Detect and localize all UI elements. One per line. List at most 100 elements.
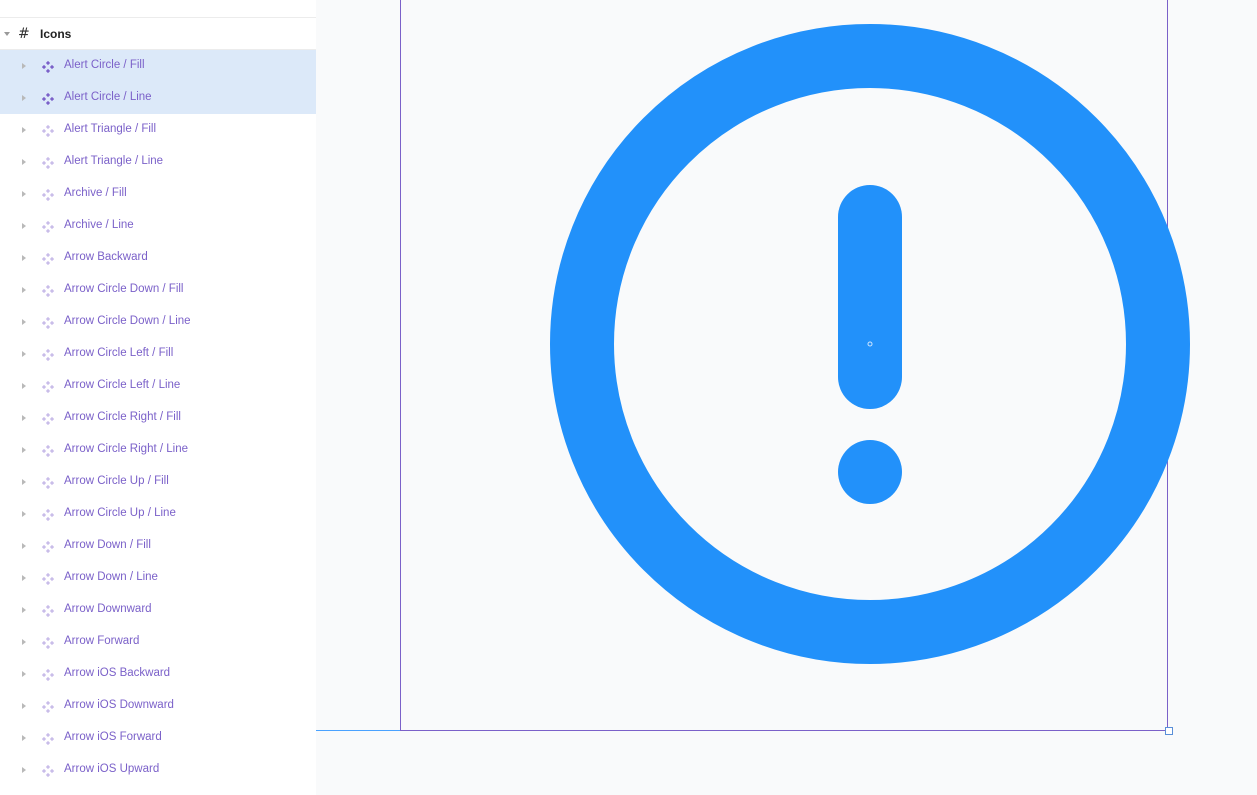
layer-row-label: Alert Triangle / Fill xyxy=(64,123,157,135)
layer-row-label: Arrow iOS Backward xyxy=(64,667,171,679)
layer-row-label: Arrow Backward xyxy=(64,251,148,263)
component-instance-icon xyxy=(41,764,55,778)
layer-row[interactable]: Arrow iOS Backward xyxy=(0,658,316,690)
expand-caret-icon[interactable] xyxy=(22,319,26,325)
component-instance-icon xyxy=(41,540,55,554)
layer-row-label: Alert Triangle / Line xyxy=(64,155,164,167)
layer-row-label: Arrow Forward xyxy=(64,635,140,647)
icon-frame[interactable] xyxy=(400,0,1190,731)
layer-row[interactable]: Alert Triangle / Line xyxy=(0,146,316,178)
layer-row[interactable]: Archive / Fill xyxy=(0,178,316,210)
layer-row-label: Arrow Circle Right / Fill xyxy=(64,411,181,423)
layer-row[interactable]: Archive / Line xyxy=(0,210,316,242)
layer-row[interactable]: Alert Triangle / Fill xyxy=(0,114,316,146)
component-instance-icon xyxy=(41,284,55,298)
layer-row[interactable]: Arrow Circle Up / Fill xyxy=(0,466,316,498)
component-instance-icon xyxy=(41,348,55,362)
expand-caret-icon[interactable] xyxy=(22,159,26,165)
layer-row[interactable]: Arrow Circle Down / Line xyxy=(0,306,316,338)
layer-row-label: Arrow Circle Right / Line xyxy=(64,443,188,455)
layer-row[interactable]: Alert Circle / Line xyxy=(0,82,316,114)
layer-row-label: Arrow iOS Upward xyxy=(64,763,160,775)
layer-row[interactable]: Arrow Circle Right / Line xyxy=(0,434,316,466)
component-instance-icon xyxy=(41,60,55,74)
layer-row[interactable]: Arrow Circle Left / Line xyxy=(0,370,316,402)
layer-row[interactable]: Arrow iOS Forward xyxy=(0,722,316,754)
component-instance-icon xyxy=(41,444,55,458)
component-instance-icon xyxy=(41,700,55,714)
expand-caret-icon[interactable] xyxy=(22,351,26,357)
layer-row[interactable]: Arrow Circle Down / Fill xyxy=(0,274,316,306)
component-instance-icon xyxy=(41,604,55,618)
component-instance-icon xyxy=(41,316,55,330)
layer-row-label: Arrow iOS Forward xyxy=(64,731,162,743)
expand-caret-icon[interactable] xyxy=(22,511,26,517)
expand-caret-icon[interactable] xyxy=(22,287,26,293)
layer-row-label: Arrow Circle Down / Fill xyxy=(64,283,184,295)
layer-row-label: Archive / Fill xyxy=(64,187,127,199)
component-instance-icon xyxy=(41,380,55,394)
expand-caret-icon[interactable] xyxy=(22,383,26,389)
component-instance-icon xyxy=(41,252,55,266)
frame-layer-title: Icons xyxy=(40,27,72,41)
layer-row-label: Arrow Circle Left / Line xyxy=(64,379,181,391)
expand-caret-icon[interactable] xyxy=(22,671,26,677)
expand-caret-icon[interactable] xyxy=(22,95,26,101)
layer-row-label: Arrow Downward xyxy=(64,603,152,615)
frame-layer-header[interactable]: # Icons xyxy=(0,17,316,50)
expand-caret-icon[interactable] xyxy=(22,479,26,485)
component-instance-icon xyxy=(41,508,55,522)
component-instance-icon xyxy=(41,412,55,426)
expand-caret-icon[interactable] xyxy=(22,255,26,261)
layer-row[interactable]: Arrow Circle Right / Fill xyxy=(0,402,316,434)
layer-row[interactable]: Arrow Circle Up / Line xyxy=(0,498,316,530)
layer-row[interactable]: Arrow Forward xyxy=(0,626,316,658)
layer-row[interactable]: Alert Circle / Fill xyxy=(0,50,316,82)
layer-row[interactable]: Arrow Downward xyxy=(0,594,316,626)
layer-row-label: Arrow Down / Line xyxy=(64,571,158,583)
design-canvas[interactable] xyxy=(316,0,1257,795)
resize-handle[interactable] xyxy=(1165,727,1173,735)
component-instance-icon xyxy=(41,668,55,682)
expand-caret-icon[interactable] xyxy=(22,639,26,645)
component-instance-icon xyxy=(41,124,55,138)
component-instance-icon xyxy=(41,636,55,650)
component-instance-icon xyxy=(41,92,55,106)
layer-row-label: Alert Circle / Line xyxy=(64,91,152,103)
expand-caret-icon[interactable] xyxy=(22,543,26,549)
layer-row-label: Arrow Circle Down / Line xyxy=(64,315,191,327)
alert-circle-icon[interactable] xyxy=(549,23,1191,665)
layer-row-label: Alert Circle / Fill xyxy=(64,59,145,71)
alert-exclamation-dot xyxy=(838,440,902,504)
component-instance-icon xyxy=(41,732,55,746)
component-instance-icon xyxy=(41,476,55,490)
expand-caret-icon[interactable] xyxy=(22,191,26,197)
frame-hash-icon: # xyxy=(18,26,30,42)
layer-row[interactable]: Arrow Circle Left / Fill xyxy=(0,338,316,370)
layer-row[interactable]: Arrow iOS Downward xyxy=(0,690,316,722)
expand-caret-icon[interactable] xyxy=(22,735,26,741)
layers-panel: ActivityAlert Circle / FillAlert Circle … xyxy=(0,0,317,795)
layer-row[interactable]: Arrow Down / Fill xyxy=(0,530,316,562)
expand-caret-icon[interactable] xyxy=(22,127,26,133)
collapse-caret-icon[interactable] xyxy=(4,32,10,36)
component-instance-icon xyxy=(41,156,55,170)
layer-row[interactable]: Arrow iOS Upward xyxy=(0,754,316,786)
expand-caret-icon[interactable] xyxy=(22,703,26,709)
component-instance-icon xyxy=(41,572,55,586)
selection-guide-line xyxy=(316,730,400,731)
expand-caret-icon[interactable] xyxy=(22,63,26,69)
expand-caret-icon[interactable] xyxy=(22,607,26,613)
layer-row[interactable]: Arrow Down / Line xyxy=(0,562,316,594)
component-instance-icon xyxy=(41,188,55,202)
layer-row[interactable]: Arrow Backward xyxy=(0,242,316,274)
layer-row-label: Arrow Circle Up / Fill xyxy=(64,475,169,487)
layer-row-label: Arrow Circle Up / Line xyxy=(64,507,176,519)
expand-caret-icon[interactable] xyxy=(22,447,26,453)
expand-caret-icon[interactable] xyxy=(22,575,26,581)
expand-caret-icon[interactable] xyxy=(22,223,26,229)
component-instance-icon xyxy=(41,220,55,234)
expand-caret-icon[interactable] xyxy=(22,415,26,421)
expand-caret-icon[interactable] xyxy=(22,767,26,773)
layer-row-label: Arrow iOS Downward xyxy=(64,699,174,711)
